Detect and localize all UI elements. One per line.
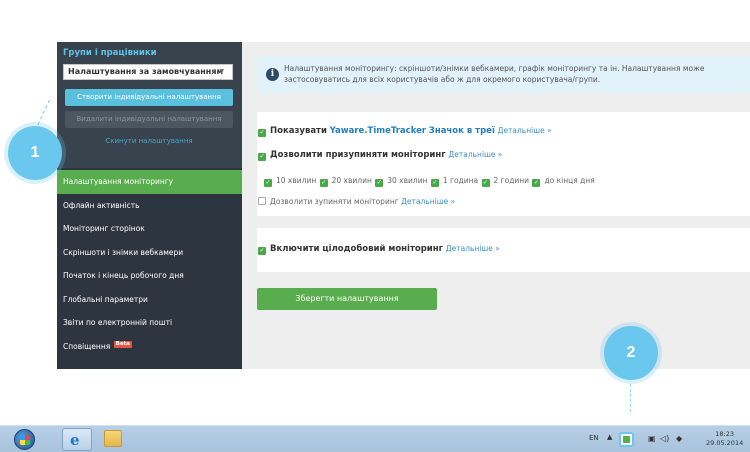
sidebar-item-label: Початок і кінець робочого дня — [63, 271, 184, 280]
groups-title: Групи і працівники — [63, 48, 157, 58]
delete-individual-settings-button[interactable]: Видалити індивідуальні налаштування — [65, 111, 233, 128]
pause-option[interactable]: ✓ 30 хвилин — [375, 176, 428, 187]
network-icon[interactable]: ▣ — [648, 434, 656, 443]
pause-option-label: 10 хвилин — [276, 176, 317, 185]
show-tray-suffix: Значок в треї — [428, 126, 495, 136]
allday-row[interactable]: ✓ Включити цілодобовий моніторинг Детальн… — [258, 244, 500, 255]
pause-option-checkbox[interactable]: ✓ — [430, 179, 439, 187]
start-button[interactable] — [14, 429, 35, 450]
tracker-tray-icon[interactable] — [619, 432, 634, 447]
allow-pause-more-link[interactable]: Детальніше » — [448, 150, 502, 159]
callout-marker-2: 2 — [604, 326, 658, 380]
allday-checkbox[interactable]: ✓ — [258, 247, 266, 255]
pause-option-checkbox[interactable]: ✓ — [264, 179, 272, 187]
screenshot: Групи і працівники Налаштування за замов… — [0, 0, 750, 452]
pause-options: ✓ 10 хвилин ✓ 20 хвилин ✓ 30 хвилин ✓ 1 годи… — [264, 176, 596, 187]
pause-option[interactable]: ✓ 20 хвилин — [319, 176, 372, 187]
pause-option-checkbox[interactable]: ✓ — [481, 179, 490, 187]
sidebar-item-workday[interactable]: Початок і кінець робочого дня — [57, 264, 242, 288]
info-text: Налаштування моніторингу: скріншоти/знім… — [284, 64, 705, 84]
allow-stop-label: Дозволити зупиняти моніторинг — [270, 197, 399, 206]
pause-option-label: 30 хвилин — [387, 176, 428, 185]
marker-connector — [630, 384, 631, 412]
show-tray-more-link[interactable]: Детальніше » — [498, 126, 552, 135]
settings-select[interactable]: Налаштування за замовчуванням ▼ — [63, 64, 233, 80]
pause-option[interactable]: ✓ 2 години — [481, 176, 530, 187]
show-tray-checkbox[interactable]: ✓ — [258, 129, 266, 137]
sidebar: Групи і працівники Налаштування за замов… — [57, 42, 242, 369]
sidebar-nav: Налаштування моніторингу Офлайн активніс… — [57, 170, 242, 358]
brand-name: Yaware.TimeTracker — [329, 126, 427, 136]
folder-icon[interactable] — [104, 430, 122, 447]
allday-more-link[interactable]: Детальніше » — [446, 244, 500, 253]
sidebar-item-label: Офлайн активність — [63, 200, 140, 210]
pause-option-checkbox[interactable]: ✓ — [319, 179, 328, 187]
clock[interactable]: 18:23 29.05.2014 — [706, 430, 743, 448]
callout-marker-1: 1 — [8, 126, 62, 180]
tracker-tray-icon-inner — [623, 436, 630, 443]
sidebar-item-label: Звіти по електронній пошті — [63, 318, 173, 327]
main-content: i Налаштування моніторингу: скріншоти/зн… — [242, 42, 750, 369]
beta-badge: Beta — [113, 340, 132, 348]
sidebar-item-label: Моніторинг сторінок — [63, 224, 145, 233]
info-icon: i — [266, 68, 279, 81]
allday-label: Включити цілодобовий моніторинг — [270, 244, 444, 254]
shield-icon[interactable]: ◆ — [676, 434, 682, 443]
windows-logo-icon — [20, 435, 30, 445]
language-indicator[interactable]: EN — [589, 434, 599, 442]
pause-option-checkbox[interactable]: ✓ — [375, 179, 384, 187]
sidebar-item-page-monitoring[interactable]: Моніторинг сторінок — [57, 217, 242, 241]
sidebar-item-screenshots[interactable]: Скріншоти і знімки вебкамери — [57, 241, 242, 265]
sidebar-item-notifications[interactable]: Сповіщення Beta — [57, 335, 242, 359]
settings-select-value: Налаштування за замовчуванням — [68, 67, 224, 76]
pause-option[interactable]: ✓ 1 година — [430, 176, 479, 187]
save-settings-button[interactable]: Зберегти налаштування — [257, 288, 437, 310]
allow-pause-row[interactable]: ✓ Дозволити призупиняти моніторинг Деталь… — [258, 150, 502, 161]
sidebar-item-label: Глобальні параметри — [63, 294, 148, 304]
volume-icon[interactable]: ◁) — [660, 434, 669, 443]
pause-option-checkbox[interactable]: ✓ — [532, 179, 541, 187]
sidebar-item-label: Сповіщення — [63, 341, 111, 351]
pause-option-label: до кінця дня — [544, 176, 595, 185]
pause-option-label: 2 години — [493, 176, 530, 185]
allow-pause-checkbox[interactable]: ✓ — [258, 153, 266, 161]
create-individual-settings-button[interactable]: Створити індивідуальні налаштування — [65, 89, 233, 106]
taskbar: e EN ▲ ▣ ◁) ◆ 18:23 29.05.2014 — [0, 425, 750, 452]
chevron-down-icon: ▼ — [219, 68, 224, 75]
clock-date: 29.05.2014 — [706, 439, 744, 447]
allow-stop-checkbox[interactable] — [258, 197, 266, 205]
pause-option[interactable]: ✓ 10 хвилин — [264, 176, 317, 187]
sidebar-item-label: Налаштування моніторингу — [63, 177, 174, 186]
tray-expand-icon[interactable]: ▲ — [607, 433, 612, 441]
sidebar-item-offline-activity[interactable]: Офлайн активність — [57, 194, 242, 218]
sidebar-item-global-params[interactable]: Глобальні параметри — [57, 288, 242, 312]
sidebar-item-email-reports[interactable]: Звіти по електронній пошті — [57, 311, 242, 335]
show-tray-row[interactable]: ✓ Показувати Yaware.TimeTracker Значок в … — [258, 126, 552, 137]
clock-time: 18:23 — [715, 430, 734, 438]
ie-icon: e — [70, 431, 80, 449]
sidebar-item-label: Скріншоти і знімки вебкамери — [63, 247, 184, 257]
sidebar-item-monitoring-settings[interactable]: Налаштування моніторингу — [57, 170, 242, 194]
reset-settings-link[interactable]: Скинути налаштування — [65, 137, 233, 145]
allow-stop-more-link[interactable]: Детальніше » — [401, 197, 455, 206]
info-banner: i Налаштування моніторингу: скріншоти/зн… — [257, 56, 750, 93]
pause-option-label: 20 хвилин — [331, 176, 372, 185]
pause-option[interactable]: ✓ до кінця дня — [532, 176, 595, 187]
allow-pause-label: Дозволити призупиняти моніторинг — [270, 150, 446, 160]
taskbar-browser[interactable]: e — [62, 428, 92, 451]
app-window: Групи і працівники Налаштування за замов… — [57, 42, 750, 369]
allow-stop-row[interactable]: Дозволити зупиняти моніторинг Детальніше… — [258, 197, 455, 206]
group-panel: Групи і працівники Налаштування за замов… — [57, 42, 242, 168]
pause-option-label: 1 година — [442, 176, 479, 185]
show-tray-prefix: Показувати — [270, 126, 327, 136]
